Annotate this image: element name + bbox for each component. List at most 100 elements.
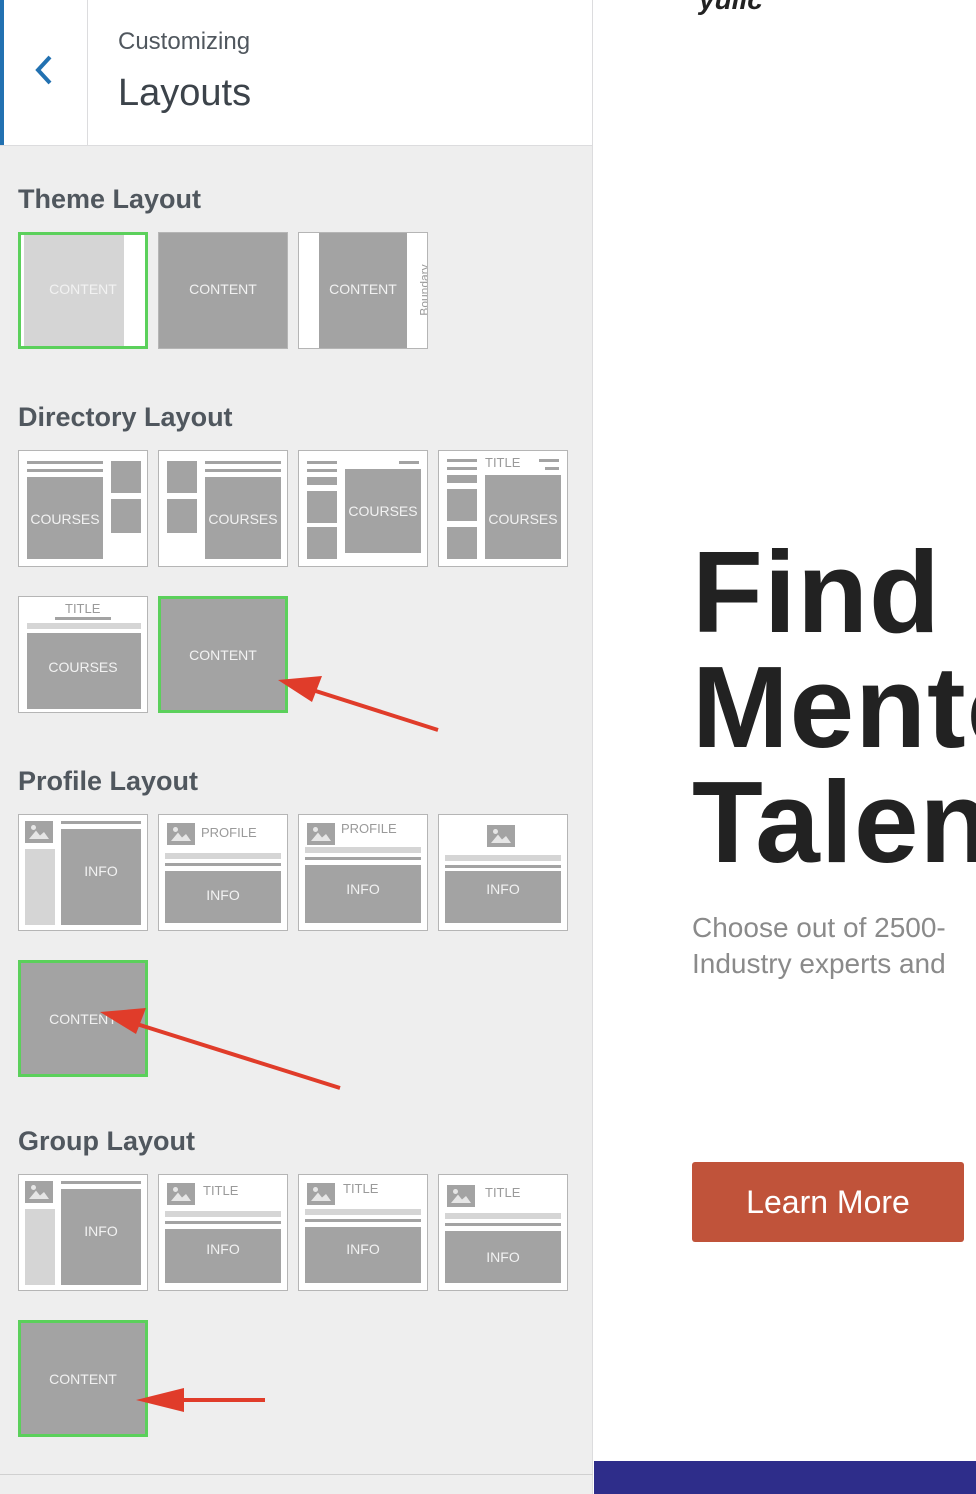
image-icon — [487, 825, 515, 847]
tile-label: COURSES — [488, 511, 558, 527]
profile-layout-option-3[interactable]: PROFILE INFO — [298, 814, 428, 931]
bar — [305, 857, 421, 860]
subtext-line-2: Industry experts and — [692, 948, 946, 979]
bar — [27, 623, 141, 629]
directory-layout-option-3[interactable]: COURSES — [298, 450, 428, 567]
tile-label: INFO — [206, 887, 240, 903]
sidebar-box — [25, 1209, 55, 1285]
theme-layout-heading: Theme Layout — [18, 184, 202, 214]
title-label: TITLE — [343, 1181, 379, 1196]
image-icon — [307, 823, 335, 845]
sidebar-box — [167, 461, 197, 493]
tile-label: CONTENT — [189, 647, 257, 663]
image-icon — [447, 1185, 475, 1207]
profile-layout-option-1[interactable]: INFO — [18, 814, 148, 931]
tile-label: COURSES — [48, 659, 118, 675]
headline-line-1: Find c — [692, 527, 976, 657]
theme-layout-option-3[interactable]: CONTENT Boundary — [298, 232, 428, 349]
profile-layout-option-5[interactable]: CONTENT — [18, 960, 148, 1077]
directory-layout-option-1[interactable]: COURSES — [18, 450, 148, 567]
directory-layout-option-6[interactable]: CONTENT — [158, 596, 288, 713]
customizer-sidebar: Customizing Layouts Theme Layout CONTENT… — [0, 0, 593, 1494]
tile-label: INFO — [486, 881, 520, 897]
profile-layout-option-4[interactable]: INFO — [438, 814, 568, 931]
boundary-label: Boundary — [417, 264, 428, 316]
back-button[interactable] — [0, 0, 88, 145]
tile-label: INFO — [206, 1241, 240, 1257]
bar — [61, 821, 141, 824]
directory-layout-option-5[interactable]: TITLE COURSES — [18, 596, 148, 713]
image-icon — [167, 1183, 195, 1205]
bar — [27, 461, 103, 464]
bar — [445, 865, 561, 868]
bar — [307, 469, 337, 472]
bar — [399, 461, 419, 464]
tile-label: COURSES — [208, 511, 278, 527]
profile-label: PROFILE — [341, 821, 397, 836]
bar — [447, 459, 477, 462]
bar — [55, 617, 111, 620]
bar — [307, 477, 337, 485]
group-layout-option-2[interactable]: TITLE INFO — [158, 1174, 288, 1291]
bar — [165, 1221, 281, 1224]
tile-label: INFO — [84, 1223, 118, 1239]
theme-layout-option-2[interactable]: CONTENT — [158, 232, 288, 349]
bar — [545, 467, 559, 470]
tile-label: INFO — [84, 863, 118, 879]
customizer-header: Customizing Layouts — [0, 0, 592, 146]
tile-label: COURSES — [348, 503, 418, 519]
bar — [447, 475, 477, 483]
bar — [445, 1223, 561, 1226]
tile-label: CONTENT — [329, 281, 397, 297]
title-label: TITLE — [485, 455, 521, 470]
image-icon — [25, 821, 53, 843]
group-layout-heading: Group Layout — [18, 1126, 195, 1156]
sidebar-box — [25, 849, 55, 925]
site-preview: ӯӣііс Find c Mento Talen Choose out of 2… — [594, 0, 976, 1494]
image-icon — [307, 1183, 335, 1205]
bar — [305, 1219, 421, 1222]
group-layout-option-1[interactable]: INFO — [18, 1174, 148, 1291]
bar — [447, 467, 477, 470]
hero-headline: Find c Mento Talen — [692, 527, 976, 887]
directory-layout-option-2[interactable]: COURSES — [158, 450, 288, 567]
hero-subtext: Choose out of 2500- Industry experts and — [692, 910, 946, 982]
group-layout-option-4[interactable]: TITLE INFO — [438, 1174, 568, 1291]
tile-label: INFO — [346, 1241, 380, 1257]
bar — [61, 1181, 141, 1184]
group-layout-option-5[interactable]: CONTENT — [18, 1320, 148, 1437]
tile-label: INFO — [346, 881, 380, 897]
bar — [445, 855, 561, 861]
profile-layout-option-2[interactable]: PROFILE INFO — [158, 814, 288, 931]
learn-more-button[interactable]: Learn More — [692, 1162, 964, 1242]
bar — [305, 1209, 421, 1215]
title-label: TITLE — [65, 601, 101, 616]
title-label: TITLE — [203, 1183, 239, 1198]
panel-title: Layouts — [118, 72, 252, 114]
tile-label: CONTENT — [49, 281, 117, 297]
divider — [0, 1474, 593, 1475]
bar — [165, 853, 281, 859]
bar — [165, 863, 281, 866]
sidebar-box — [307, 527, 337, 559]
content-area — [445, 871, 561, 923]
sidebar-box — [111, 461, 141, 493]
theme-layout-option-1[interactable]: CONTENT — [18, 232, 148, 349]
image-icon — [167, 823, 195, 845]
group-layout-option-3[interactable]: TITLE INFO — [298, 1174, 428, 1291]
sidebar-box — [111, 499, 141, 533]
customizing-label: Customizing — [118, 28, 251, 55]
directory-layout-option-4[interactable]: TITLE COURSES — [438, 450, 568, 567]
subtext-line-1: Choose out of 2500- — [692, 912, 946, 943]
bar — [305, 847, 421, 853]
bar — [165, 1211, 281, 1217]
bar — [205, 469, 281, 472]
directory-layout-heading: Directory Layout — [18, 402, 233, 432]
bar — [205, 461, 281, 464]
bar — [27, 469, 103, 472]
headline-line-3: Talen — [692, 757, 976, 887]
footer-bar — [594, 1461, 976, 1494]
headline-line-2: Mento — [692, 642, 976, 772]
tile-label: CONTENT — [49, 1011, 117, 1027]
title-label: TITLE — [485, 1185, 521, 1200]
